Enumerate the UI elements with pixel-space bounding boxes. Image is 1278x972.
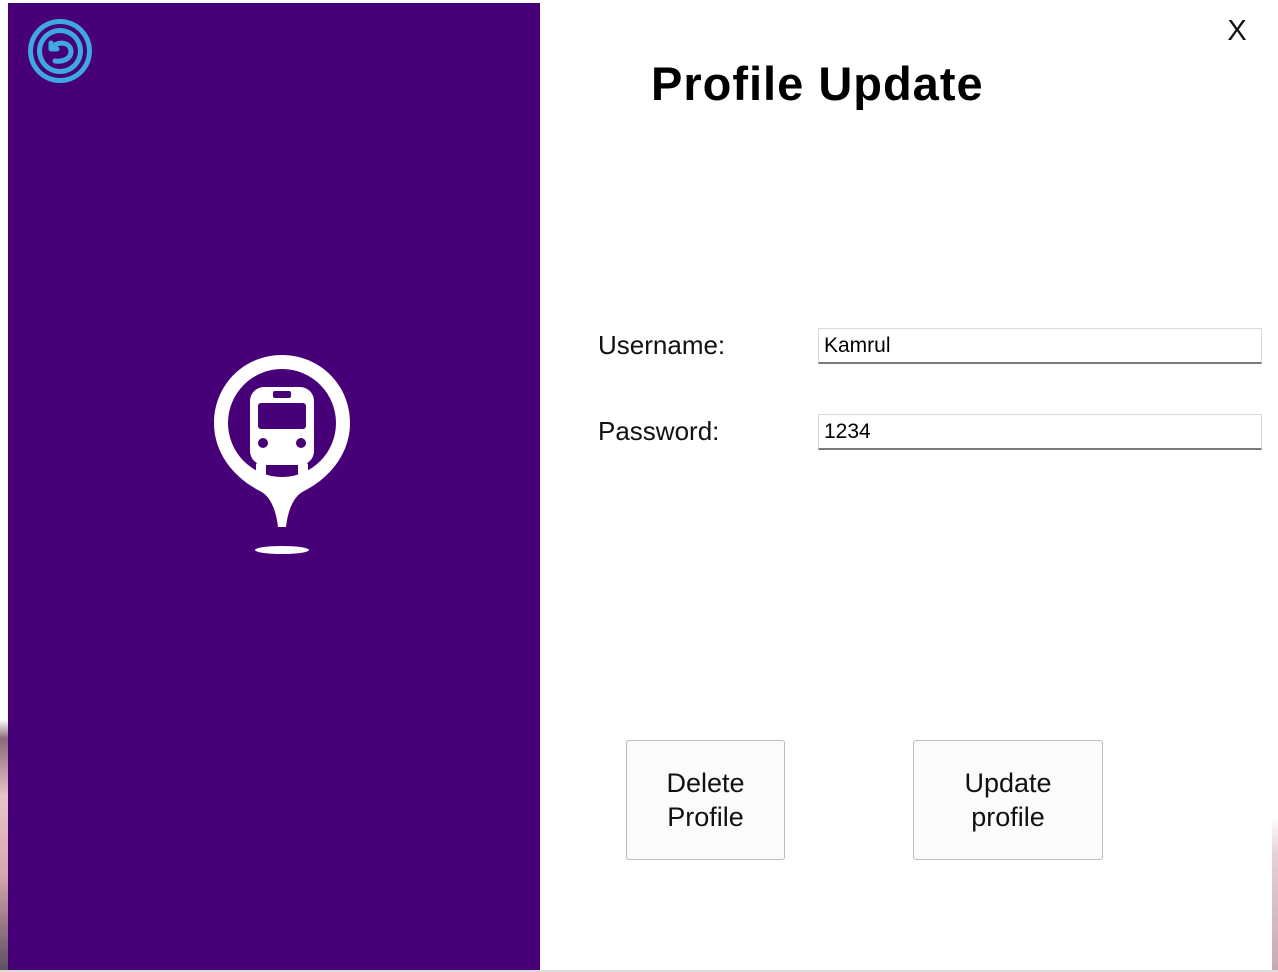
background-right-strip	[1272, 0, 1278, 972]
update-profile-button-label: Update profile	[964, 766, 1051, 834]
delete-profile-button-label: Delete Profile	[666, 766, 744, 834]
close-button[interactable]: X	[1218, 12, 1256, 50]
side-panel	[8, 3, 540, 970]
background-left-strip	[0, 0, 8, 972]
update-button-line1: Update	[964, 768, 1052, 798]
update-button-line2: profile	[971, 802, 1045, 832]
profile-update-window: X Profile Update Username: Password: Del…	[0, 0, 1278, 972]
back-arrow-circle-icon[interactable]	[23, 19, 97, 83]
username-label: Username:	[598, 330, 726, 360]
page-title: Profile Update	[651, 57, 984, 110]
update-profile-button[interactable]: Update profile	[913, 740, 1103, 860]
password-label: Password:	[598, 416, 720, 446]
delete-button-line2: Profile	[667, 802, 744, 832]
delete-profile-button[interactable]: Delete Profile	[626, 740, 785, 860]
username-input[interactable]	[818, 328, 1262, 364]
password-input[interactable]	[818, 414, 1262, 450]
bus-stop-pin-icon	[206, 351, 358, 557]
delete-button-line1: Delete	[666, 768, 745, 798]
